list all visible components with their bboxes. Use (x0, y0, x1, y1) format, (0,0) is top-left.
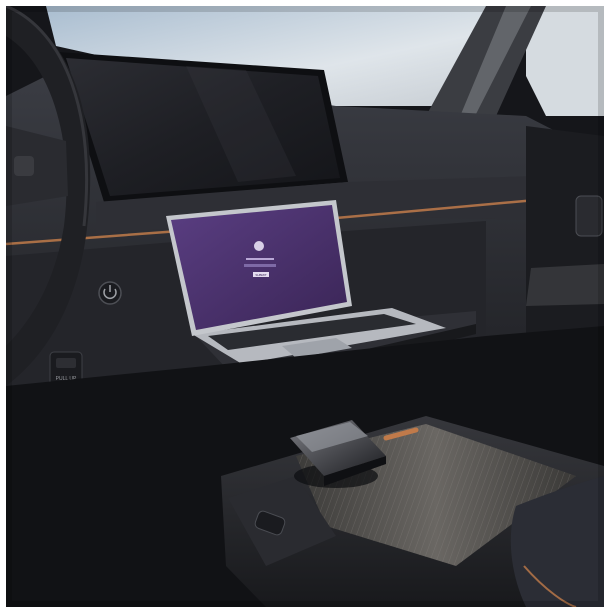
infotainment-display (58, 52, 348, 202)
car-interior-photo: PULL UP SUBMIT (6, 6, 604, 607)
screen-text-line (246, 258, 274, 260)
door-speaker (526, 264, 604, 306)
screen-input-line (244, 264, 276, 267)
login-submit-label: SUBMIT (255, 273, 267, 277)
steering-button[interactable] (14, 156, 34, 176)
login-submit-button[interactable]: SUBMIT (253, 272, 269, 277)
user-avatar-icon (254, 241, 264, 251)
power-button[interactable] (98, 281, 122, 305)
